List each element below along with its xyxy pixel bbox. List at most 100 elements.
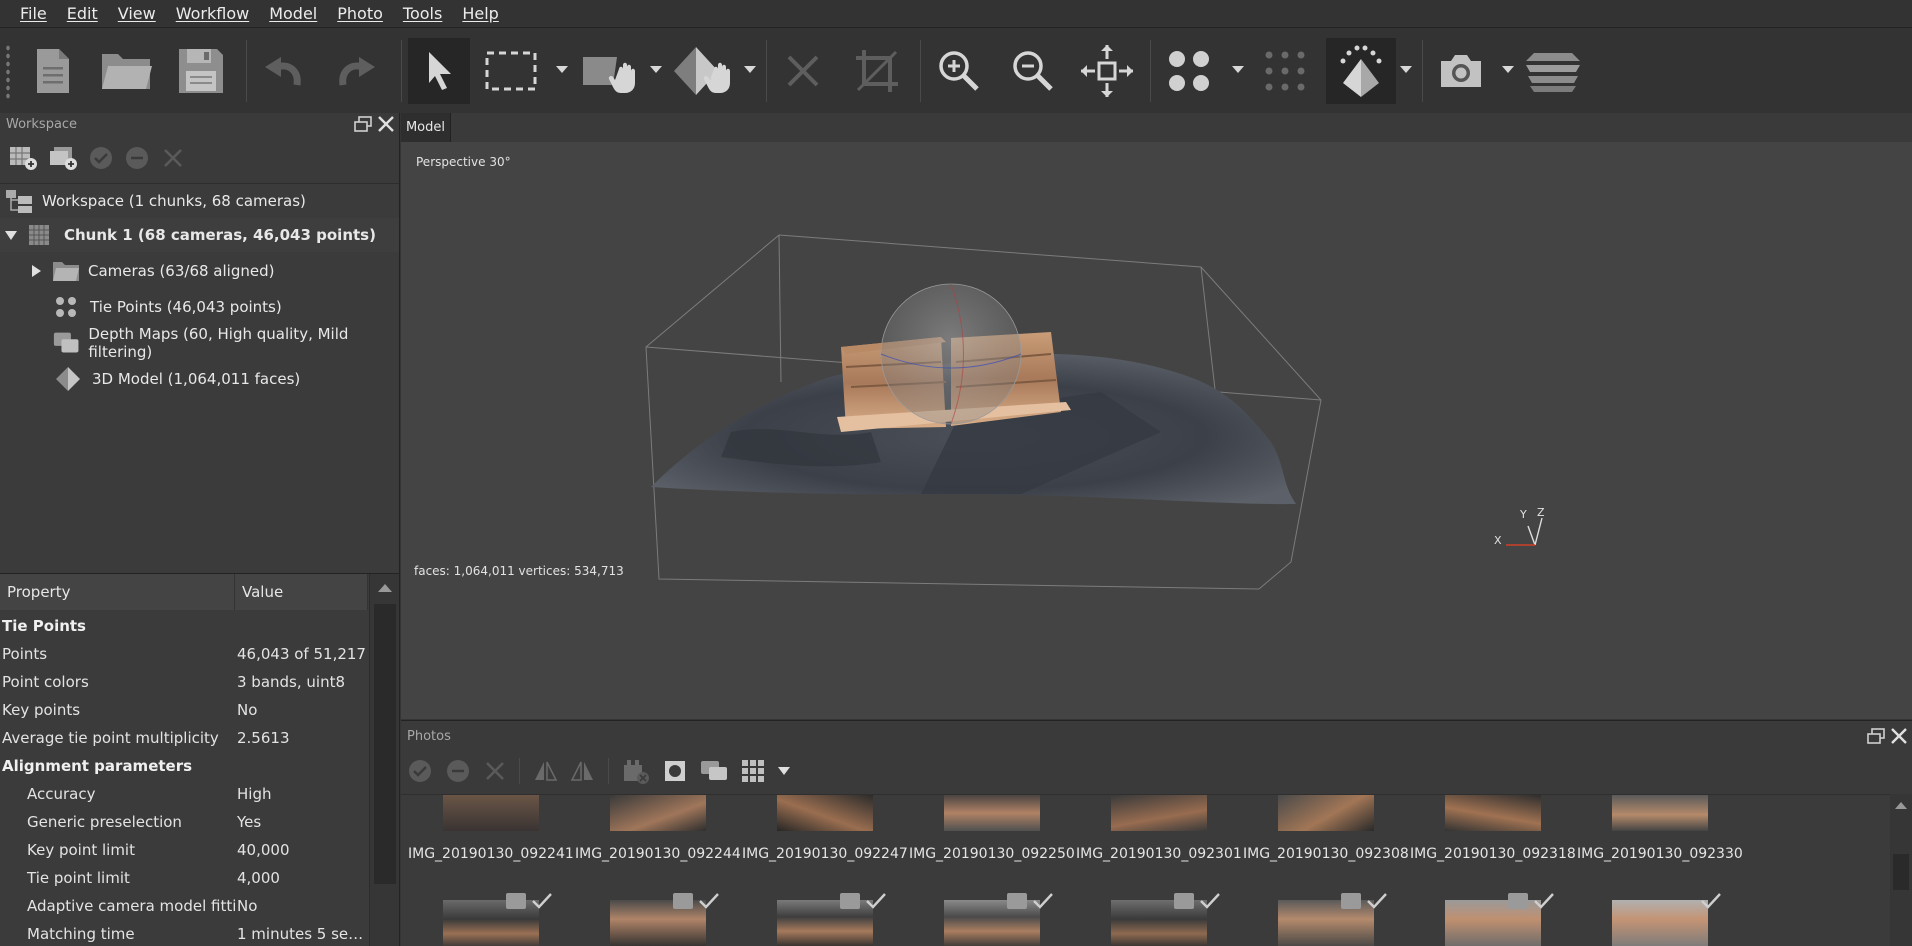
scroll-up-icon[interactable] <box>378 584 392 592</box>
redo-button[interactable] <box>326 38 388 104</box>
property-row[interactable]: Tie Points <box>0 612 368 640</box>
property-row[interactable]: Point colors 3 bands, uint8 <box>0 668 368 696</box>
rectangle-selection-icon <box>485 51 537 91</box>
menu-view[interactable]: View <box>108 4 166 23</box>
tree-item-workspace[interactable]: Workspace (1 chunks, 68 cameras) <box>0 184 399 218</box>
menu-model[interactable]: Model <box>259 4 327 23</box>
tree-item-chunk[interactable]: Chunk 1 (68 cameras, 46,043 points) <box>0 218 399 252</box>
reset-view-button[interactable] <box>1076 38 1138 104</box>
zoom-in-button[interactable] <box>928 38 990 104</box>
workspace-tree: Workspace (1 chunks, 68 cameras) Chunk 1… <box>0 183 399 573</box>
remove-x-icon[interactable] <box>483 759 507 783</box>
property-key: Accuracy <box>27 785 96 803</box>
tree-item-depth-maps[interactable]: Depth Maps (60, High quality, Mild filte… <box>0 325 399 361</box>
remove-x-icon[interactable] <box>160 145 186 171</box>
rectangle-selection-dropdown[interactable] <box>556 66 568 73</box>
scroll-up-icon[interactable] <box>1895 802 1907 809</box>
photo-image <box>1612 900 1708 946</box>
mask-icon[interactable] <box>663 759 687 783</box>
show-cameras-button[interactable] <box>1430 38 1492 104</box>
photo-mask-icon <box>673 893 693 909</box>
photos-panel-title: Photos <box>407 728 451 744</box>
open-button[interactable] <box>96 38 158 104</box>
property-value: No <box>237 701 258 719</box>
photo-image <box>944 795 1040 831</box>
toolbar-grip[interactable] <box>5 44 11 100</box>
property-row[interactable]: Key points No <box>0 696 368 724</box>
thumbnail-grid-icon[interactable] <box>741 759 765 783</box>
property-key: Matching time <box>27 925 135 943</box>
point-cloud-button[interactable] <box>1158 38 1220 104</box>
tree-item-cameras[interactable]: Cameras (63/68 aligned) <box>0 254 399 288</box>
property-row[interactable]: Average tie point multiplicity 2.5613 <box>0 724 368 752</box>
property-row[interactable]: Matching time 1 minutes 5 seco... <box>0 920 368 946</box>
view-mode-dropdown-icon[interactable] <box>777 766 791 776</box>
workspace-panel-title: Workspace <box>6 116 78 132</box>
add-chunk-icon[interactable] <box>8 145 38 171</box>
menu-file[interactable]: File <box>10 4 57 23</box>
property-row[interactable]: Alignment parameters <box>0 752 368 780</box>
float-panel-icon[interactable] <box>1866 727 1886 745</box>
undo-icon <box>265 57 301 86</box>
tab-model[interactable]: Model <box>401 113 451 142</box>
view-photos-icon[interactable] <box>699 759 729 783</box>
show-cameras-dropdown[interactable] <box>1502 66 1514 73</box>
rectangle-selection-button[interactable] <box>480 38 542 104</box>
reset-filter-icon[interactable] <box>621 757 651 785</box>
save-button[interactable] <box>170 38 232 104</box>
property-row[interactable]: Accuracy High <box>0 780 368 808</box>
column-header-property[interactable]: Property <box>0 574 235 610</box>
property-row[interactable]: Points 46,043 of 51,217 <box>0 640 368 668</box>
tie-points-icon <box>1169 51 1209 91</box>
menu-edit[interactable]: Edit <box>57 4 108 23</box>
disable-minus-icon[interactable] <box>445 758 471 784</box>
property-row[interactable]: Generic preselection Yes <box>0 808 368 836</box>
move-object-button[interactable] <box>672 38 734 104</box>
dense-cloud-button[interactable] <box>1254 38 1316 104</box>
model-viewport[interactable]: Perspective 30° faces: 1,064,011 vertice… <box>401 142 1912 719</box>
enable-check-icon[interactable] <box>88 145 114 171</box>
rotate-right-icon[interactable] <box>570 758 596 784</box>
enable-check-icon[interactable] <box>407 758 433 784</box>
tree-item-3d-model[interactable]: 3D Model (1,064,011 faces) <box>0 362 399 396</box>
rotate-left-icon[interactable] <box>532 758 558 784</box>
model-shaded-dropdown[interactable] <box>1400 66 1412 73</box>
crop-selection-button[interactable] <box>846 38 908 104</box>
point-cloud-dropdown[interactable] <box>1232 66 1244 73</box>
navigation-tool-button[interactable] <box>408 38 470 104</box>
move-object-dropdown[interactable] <box>744 66 756 73</box>
menu-help[interactable]: Help <box>452 4 508 23</box>
undo-button[interactable] <box>252 38 314 104</box>
aligned-check-icon <box>699 893 719 909</box>
disable-minus-icon[interactable] <box>124 145 150 171</box>
collapse-arrow-icon[interactable] <box>4 229 18 241</box>
tree-item-tie-points[interactable]: Tie Points (46,043 points) <box>0 290 399 324</box>
zoom-out-button[interactable] <box>1002 38 1064 104</box>
column-header-value[interactable]: Value <box>235 574 368 610</box>
zoom-in-icon <box>939 51 979 91</box>
properties-scrollbar[interactable] <box>369 574 399 946</box>
show-layers-button[interactable] <box>1522 38 1584 104</box>
menu-tools[interactable]: Tools <box>393 4 452 23</box>
property-row[interactable]: Key point limit 40,000 <box>0 836 368 864</box>
property-row[interactable]: Adaptive camera model fitting No <box>0 892 368 920</box>
add-photos-icon[interactable] <box>48 145 78 171</box>
photo-name: IMG_20190130_092318 <box>1410 846 1576 862</box>
close-panel-icon[interactable] <box>377 115 395 133</box>
toolbar-separator <box>519 758 520 784</box>
menu-photo[interactable]: Photo <box>327 4 393 23</box>
move-region-dropdown[interactable] <box>650 66 662 73</box>
new-button[interactable] <box>22 38 84 104</box>
delete-selection-button[interactable] <box>772 38 834 104</box>
scroll-thumb[interactable] <box>1893 854 1909 890</box>
menu-workflow[interactable]: Workflow <box>166 4 259 23</box>
expand-arrow-icon[interactable] <box>30 264 42 278</box>
move-region-button[interactable] <box>578 38 640 104</box>
photos-scrollbar[interactable] <box>1890 794 1912 946</box>
model-shaded-button[interactable] <box>1326 38 1396 104</box>
property-row[interactable]: Tie point limit 4,000 <box>0 864 368 892</box>
close-panel-icon[interactable] <box>1890 727 1908 745</box>
toolbar-separator <box>766 40 767 102</box>
scroll-thumb[interactable] <box>374 604 396 884</box>
float-panel-icon[interactable] <box>353 115 373 133</box>
